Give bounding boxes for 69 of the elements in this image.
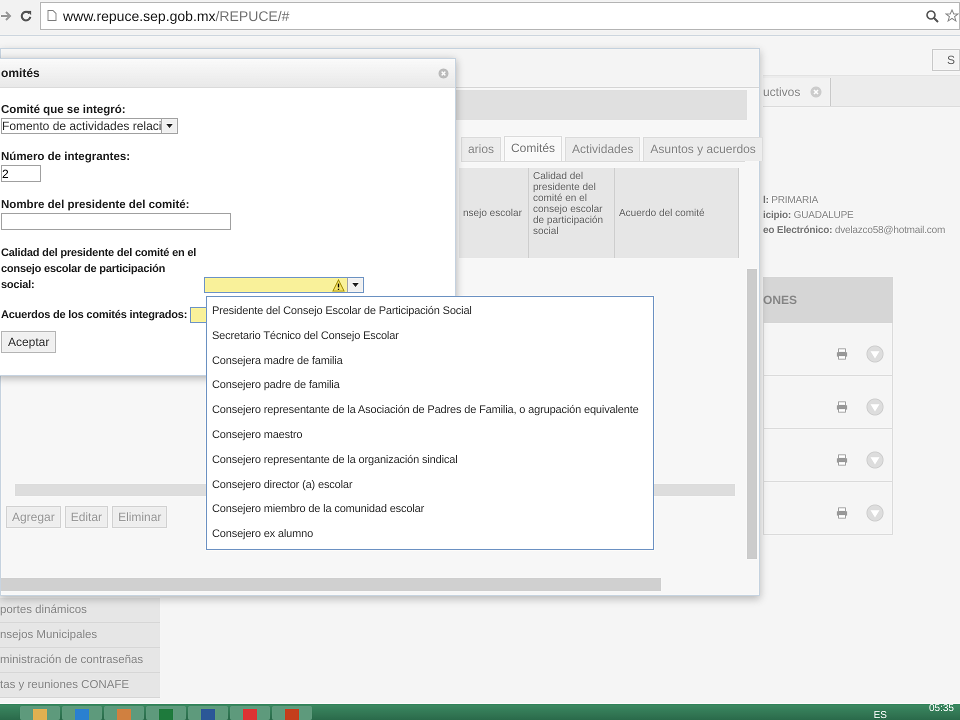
printer-icon[interactable] bbox=[836, 401, 848, 413]
url-text: www.repuce.sep.gob.mx/REPUCE/# bbox=[63, 8, 290, 24]
table-header: ONES bbox=[763, 277, 893, 323]
dropdown-option[interactable]: Consejero representante de la Asociación de Padres de Familia, o agrupación equivalente bbox=[207, 398, 653, 423]
header-button[interactable]: S bbox=[932, 48, 960, 70]
tab[interactable]: Asuntos y acuerdos bbox=[643, 137, 763, 161]
tab[interactable]: arios bbox=[461, 137, 502, 161]
dropdown-option[interactable]: Consejero director (a) escolar bbox=[207, 472, 653, 498]
column-header: Acuerdo del comité bbox=[615, 168, 739, 258]
sidebar-item[interactable]: ministración de contraseñas bbox=[0, 648, 160, 673]
address-bar[interactable]: www.repuce.sep.gob.mx/REPUCE/# bbox=[40, 2, 960, 30]
zoom-icon[interactable] bbox=[925, 8, 939, 22]
app-icon[interactable] bbox=[188, 706, 228, 720]
field-label: Número de integrantes: bbox=[1, 150, 130, 165]
field-label: Comité que se integró: bbox=[1, 103, 126, 118]
select-field[interactable]: Fomento de actividades relaci bbox=[1, 118, 178, 134]
dropdown-option[interactable]: Consejero padre de familia bbox=[207, 373, 653, 398]
tab[interactable]: Comités bbox=[504, 136, 562, 161]
caret-icon bbox=[166, 124, 174, 128]
reload-icon[interactable] bbox=[20, 10, 32, 22]
scrollbar[interactable] bbox=[747, 269, 757, 559]
page-tab[interactable]: uctivos bbox=[763, 78, 832, 106]
app-icon[interactable] bbox=[62, 706, 102, 720]
dropdown-option[interactable]: Consejero ex alumno bbox=[207, 522, 653, 547]
dropdown-option[interactable]: Consejero representante de la organización sindical bbox=[207, 448, 653, 473]
language-indicator[interactable]: ES bbox=[874, 704, 887, 720]
input-field[interactable] bbox=[1, 213, 231, 230]
dropdown-circle-icon[interactable] bbox=[866, 398, 884, 416]
field-label: Nombre del presidente del comité: bbox=[1, 198, 190, 213]
printer-icon[interactable] bbox=[836, 348, 848, 360]
app-icon[interactable] bbox=[20, 706, 60, 720]
app-icon[interactable] bbox=[146, 706, 186, 720]
star-icon[interactable] bbox=[945, 8, 959, 22]
dropdown-circle-icon[interactable] bbox=[866, 504, 884, 522]
page-icon bbox=[47, 9, 57, 22]
sidebar-item[interactable]: portes dinámicos bbox=[0, 598, 160, 623]
dialog-title: omités bbox=[1, 66, 40, 80]
tab[interactable]: Actividades bbox=[565, 137, 640, 161]
column-header: nsejo escolar bbox=[459, 168, 529, 258]
info-text: l: PRIMARIA bbox=[763, 195, 820, 206]
dropdown-option[interactable]: Presidente del Consejo Escolar de Participación Social bbox=[207, 299, 653, 324]
select-field[interactable] bbox=[204, 277, 364, 293]
dropdown-option[interactable]: Consejero miembro de la comunidad escolar bbox=[207, 497, 653, 522]
caret-icon bbox=[352, 283, 359, 287]
field-label: Acuerdos de los comités integrados: bbox=[1, 308, 188, 323]
dropdown-option[interactable]: Consejero maestro bbox=[207, 422, 653, 448]
info-text: eo Electrónico: dvelazco58@hotmail.com bbox=[763, 225, 946, 236]
warning-icon bbox=[332, 278, 345, 292]
printer-icon[interactable] bbox=[836, 507, 848, 519]
dropdown-circle-icon[interactable] bbox=[866, 451, 884, 469]
forward-icon[interactable] bbox=[0, 10, 12, 22]
field-label: Calidad del presidente del comité en el consejo escolar de participación social: bbox=[1, 246, 198, 293]
app-icon[interactable] bbox=[272, 706, 312, 720]
printer-icon[interactable] bbox=[836, 454, 848, 466]
close-icon[interactable] bbox=[810, 86, 822, 98]
close-icon[interactable] bbox=[438, 68, 449, 78]
dropdown-option[interactable]: Consejera madre de familia bbox=[207, 348, 653, 374]
dropdown-option[interactable]: Secretario Técnico del Consejo Escolar bbox=[207, 324, 653, 349]
app-icon[interactable] bbox=[104, 706, 144, 720]
scrollbar[interactable] bbox=[1, 578, 661, 591]
input-field[interactable]: 2 bbox=[1, 165, 41, 182]
accept-button[interactable]: Aceptar bbox=[1, 331, 56, 353]
sidebar-item[interactable]: nsejos Municipales bbox=[0, 623, 160, 648]
column-header: Calidad del presidente del comité en el consejo escolar de participación social bbox=[529, 168, 615, 258]
clock[interactable]: 05:35 bbox=[928, 704, 954, 718]
dropdown-circle-icon[interactable] bbox=[866, 345, 884, 363]
app-icon[interactable] bbox=[230, 706, 270, 720]
info-text: icipio: GUADALUPE bbox=[763, 210, 855, 221]
sidebar-item[interactable]: tas y reuniones CONAFE bbox=[0, 673, 160, 698]
